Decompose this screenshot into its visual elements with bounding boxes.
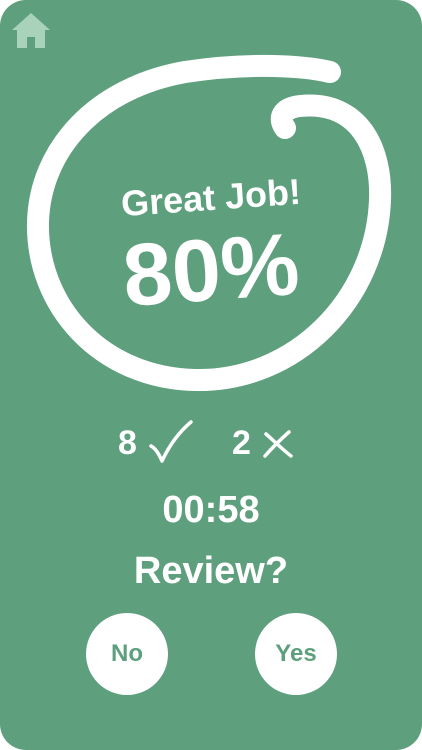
no-button[interactable]: No — [86, 613, 168, 695]
wrong-count: 2 — [232, 423, 251, 462]
elapsed-time: 00:58 — [162, 489, 260, 531]
cross-icon — [263, 430, 293, 458]
results-screen: Great Job! 80% 8 2 00:58 Review? No Yes — [0, 0, 422, 750]
wrong-tally: 2 — [232, 418, 295, 468]
correct-tally: 8 — [118, 418, 193, 468]
check-icon — [149, 420, 193, 463]
review-question: Review? — [133, 550, 289, 592]
correct-count: 8 — [118, 423, 137, 462]
yes-button[interactable]: Yes — [255, 613, 337, 695]
